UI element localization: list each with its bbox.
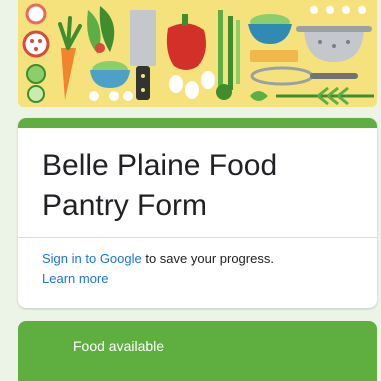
form-header-card: Belle Plaine Food Pantry Form Sign in to…: [18, 118, 377, 308]
form-title: Belle Plaine Food Pantry Form: [42, 149, 278, 222]
learn-more-link[interactable]: Learn more: [42, 271, 108, 286]
header-banner-image: [18, 0, 377, 107]
food-illustration: [18, 0, 377, 107]
signin-prompt: Sign in to Google to save your progress.…: [42, 249, 342, 289]
signin-suffix: to save your progress.: [141, 251, 274, 266]
card-accent-bar: [18, 118, 377, 128]
signin-link[interactable]: Sign in to Google: [42, 251, 142, 266]
section-header: Food available: [18, 321, 377, 381]
card-divider: [18, 237, 377, 238]
section-title: Food available: [73, 338, 165, 354]
